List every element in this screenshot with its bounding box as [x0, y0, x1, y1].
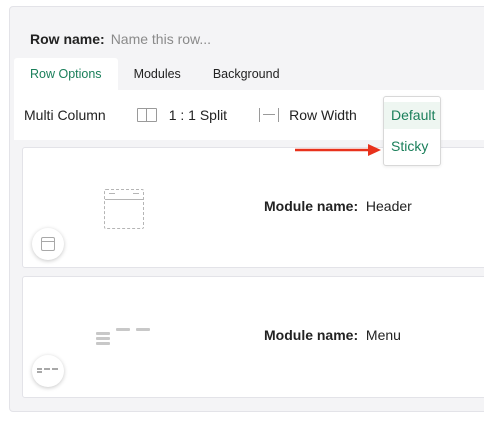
module-badge[interactable] — [32, 355, 64, 387]
row-width-label[interactable]: Row Width — [289, 107, 357, 123]
module-badge[interactable] — [32, 228, 64, 260]
split-ratio-label[interactable]: 1 : 1 Split — [169, 107, 227, 123]
tab-modules[interactable]: Modules — [118, 58, 197, 90]
menu-layout-icon — [96, 328, 156, 348]
tab-row-options[interactable]: Row Options — [14, 58, 118, 90]
dropdown-option-default[interactable]: Default — [384, 102, 440, 129]
split-columns-icon[interactable] — [136, 108, 157, 122]
module-name: Module name: Menu — [264, 327, 401, 343]
dropdown-option-sticky[interactable]: Sticky — [384, 133, 440, 160]
module-name-value: Menu — [365, 327, 401, 343]
row-name-label: Row name: — [30, 31, 105, 47]
row-name-input[interactable] — [110, 31, 311, 47]
red-arrow-annotation — [295, 144, 381, 156]
header-module-icon — [41, 237, 55, 251]
header-layout-icon — [104, 189, 144, 229]
row-tabs: Row Options Modules Background — [14, 58, 296, 90]
module-name-value: Header — [365, 198, 412, 214]
row-name-field: Row name: — [30, 31, 311, 47]
module-name-label: Module name: — [264, 327, 359, 343]
row-width-dropdown[interactable]: Default Sticky — [383, 96, 441, 166]
module-name-label: Module name: — [264, 198, 359, 214]
menu-module-icon — [37, 367, 59, 375]
layout-type-label[interactable]: Multi Column — [24, 107, 106, 123]
tab-background[interactable]: Background — [197, 58, 296, 90]
module-name: Module name: Header — [264, 198, 412, 214]
module-card-menu[interactable]: Module name: Menu — [22, 276, 484, 398]
row-width-icon[interactable] — [259, 108, 280, 122]
